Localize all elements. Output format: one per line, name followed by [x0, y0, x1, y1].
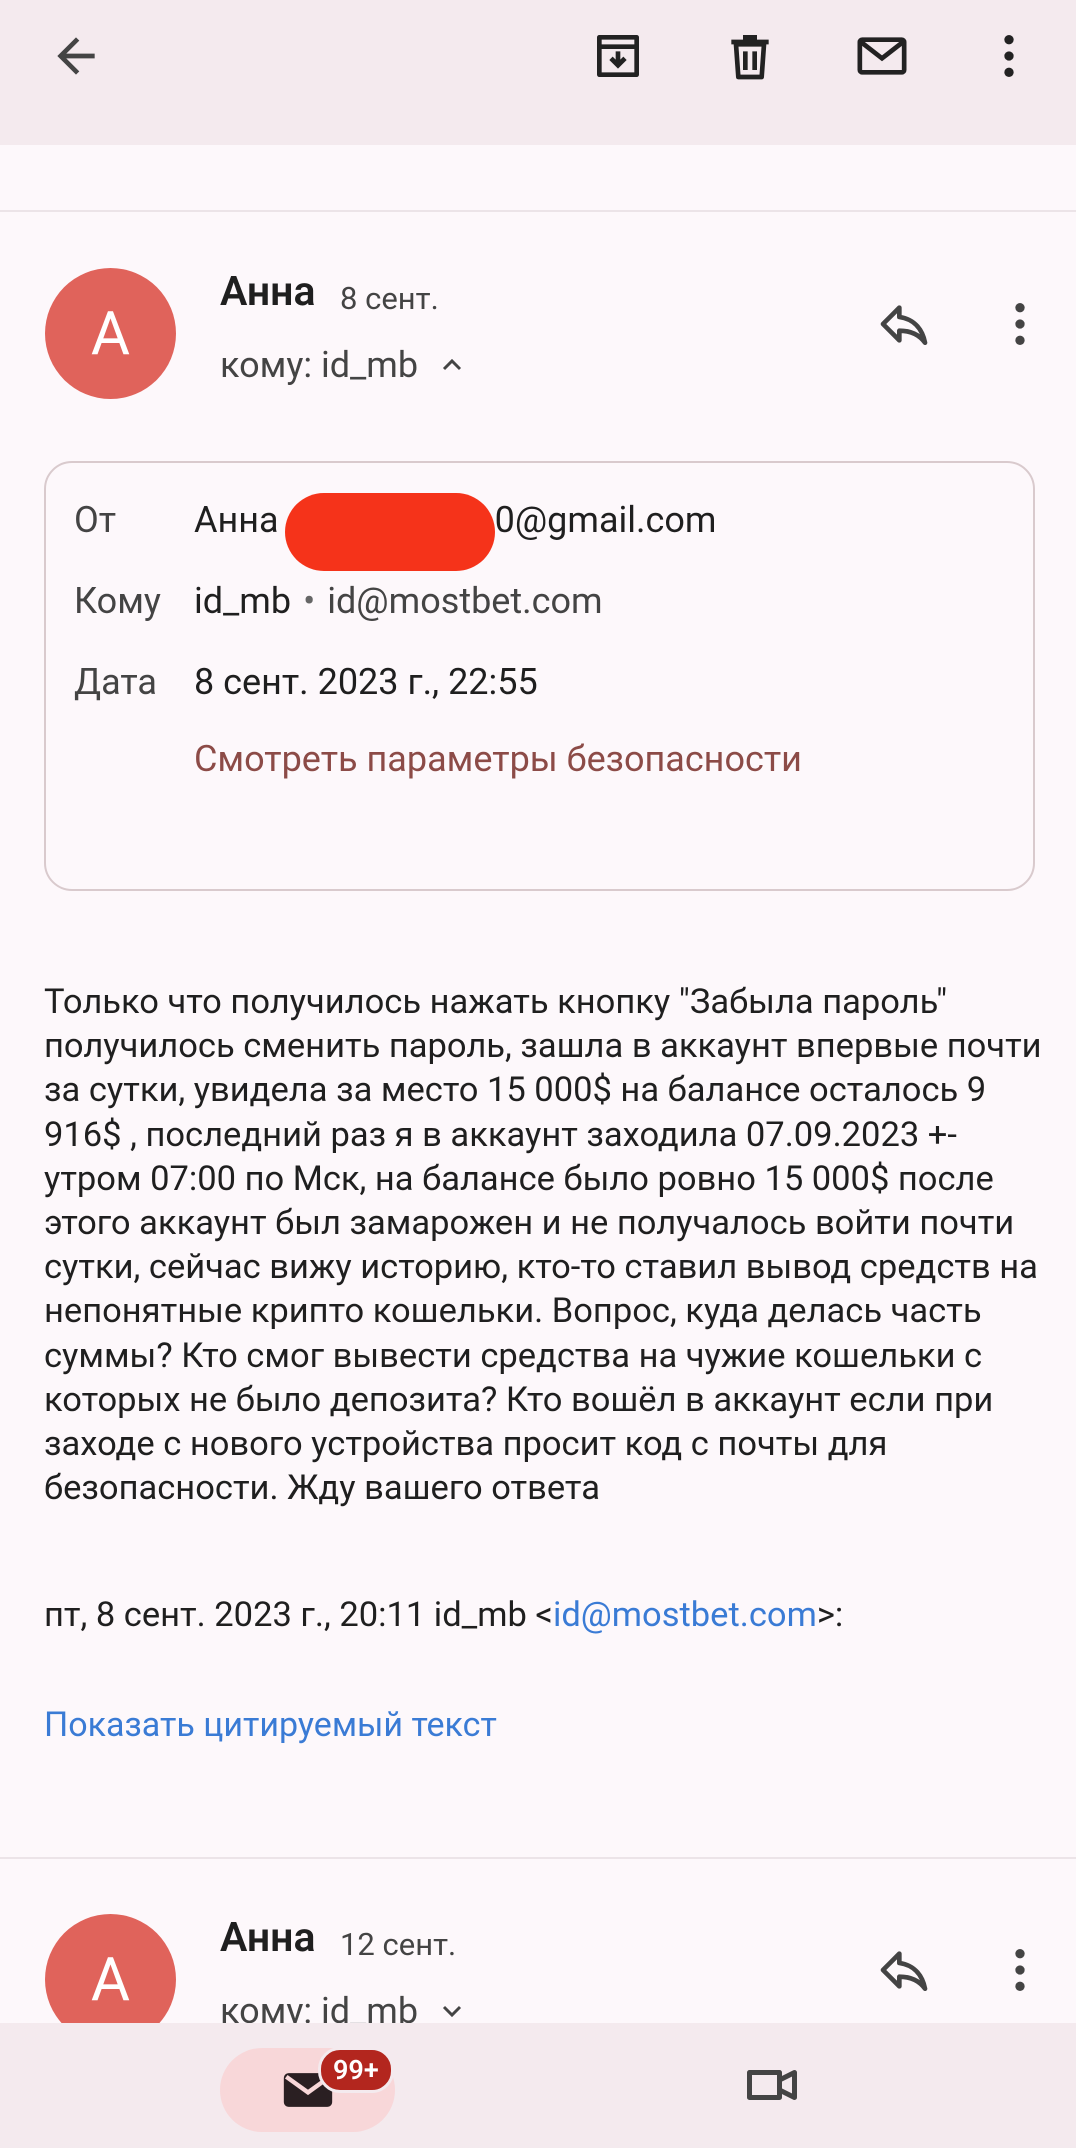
date-row: Дата 8 сент. 2023 г., 22:55: [74, 661, 538, 703]
message-date: 8 сент.: [340, 280, 439, 317]
message-more-icon[interactable]: [978, 1928, 1062, 2012]
chevron-down-icon: [443, 2005, 462, 2018]
nav-meet-tab[interactable]: [730, 2043, 814, 2127]
to-name: id_mb: [194, 580, 292, 622]
from-email: 0@gmail.com: [494, 499, 717, 541]
recipients-toggle[interactable]: кому: id_mb: [220, 1990, 468, 2023]
message-body: Только что получилось нажать кнопку "Заб…: [44, 982, 1042, 1509]
sender-name: Анна: [220, 268, 316, 316]
to-label: Кому: [74, 580, 161, 622]
delete-icon[interactable]: [708, 14, 792, 98]
quote-prefix: пт, 8 сент. 2023 г., 20:11 id_mb <: [44, 1595, 553, 1635]
to-email: id@mostbet.com: [327, 580, 603, 622]
chevron-up-icon: [443, 358, 462, 371]
quote-suffix: >:: [816, 1595, 844, 1635]
reply-icon[interactable]: [862, 282, 946, 366]
from-name: Анна: [194, 499, 279, 541]
to-row: Кому id_mb • id@mostbet.com: [74, 580, 603, 622]
sender-name: Анна: [220, 1914, 316, 1962]
avatar[interactable]: А: [45, 1914, 176, 2023]
recipients-toggle[interactable]: кому: id_mb: [220, 344, 468, 386]
message-2-header[interactable]: А Анна 12 сент. кому: id_mb: [0, 1860, 1076, 2023]
show-quoted-text-link[interactable]: Показать цитируемый текст: [44, 1705, 497, 1745]
from-label: От: [74, 499, 117, 541]
bottom-navigation: [0, 2023, 1076, 2148]
reply-icon[interactable]: [862, 1928, 946, 2012]
quote-header: пт, 8 сент. 2023 г., 20:11 id_mb <id@mos…: [44, 1595, 843, 1635]
message-details-card: От Анна 0@gmail.com Кому id_mb • id@most…: [44, 461, 1035, 891]
from-row: От Анна 0@gmail.com: [74, 493, 717, 577]
archive-icon[interactable]: [576, 14, 660, 98]
more-icon[interactable]: [967, 14, 1051, 98]
security-settings-link[interactable]: Смотреть параметры безопасности: [194, 738, 802, 780]
recipients-label: кому: id_mb: [220, 1990, 419, 2023]
video-camera-icon: [747, 2070, 797, 2100]
back-icon[interactable]: [34, 14, 118, 98]
mail-icon[interactable]: [840, 14, 924, 98]
message-date: 12 сент.: [340, 1926, 457, 1963]
date-label: Дата: [74, 661, 157, 703]
quote-email-link[interactable]: id@mostbet.com: [553, 1595, 817, 1635]
unread-count-badge: 99+: [318, 2047, 394, 2093]
divider: [0, 1857, 1076, 1859]
message-more-icon[interactable]: [978, 282, 1062, 366]
recipients-label: кому: id_mb: [220, 344, 419, 386]
redaction-mark: [284, 493, 495, 571]
avatar[interactable]: А: [45, 268, 176, 399]
divider: [0, 210, 1076, 212]
separator-dot: •: [303, 580, 316, 622]
top-toolbar: [0, 0, 1076, 145]
date-value: 8 сент. 2023 г., 22:55: [194, 661, 538, 703]
